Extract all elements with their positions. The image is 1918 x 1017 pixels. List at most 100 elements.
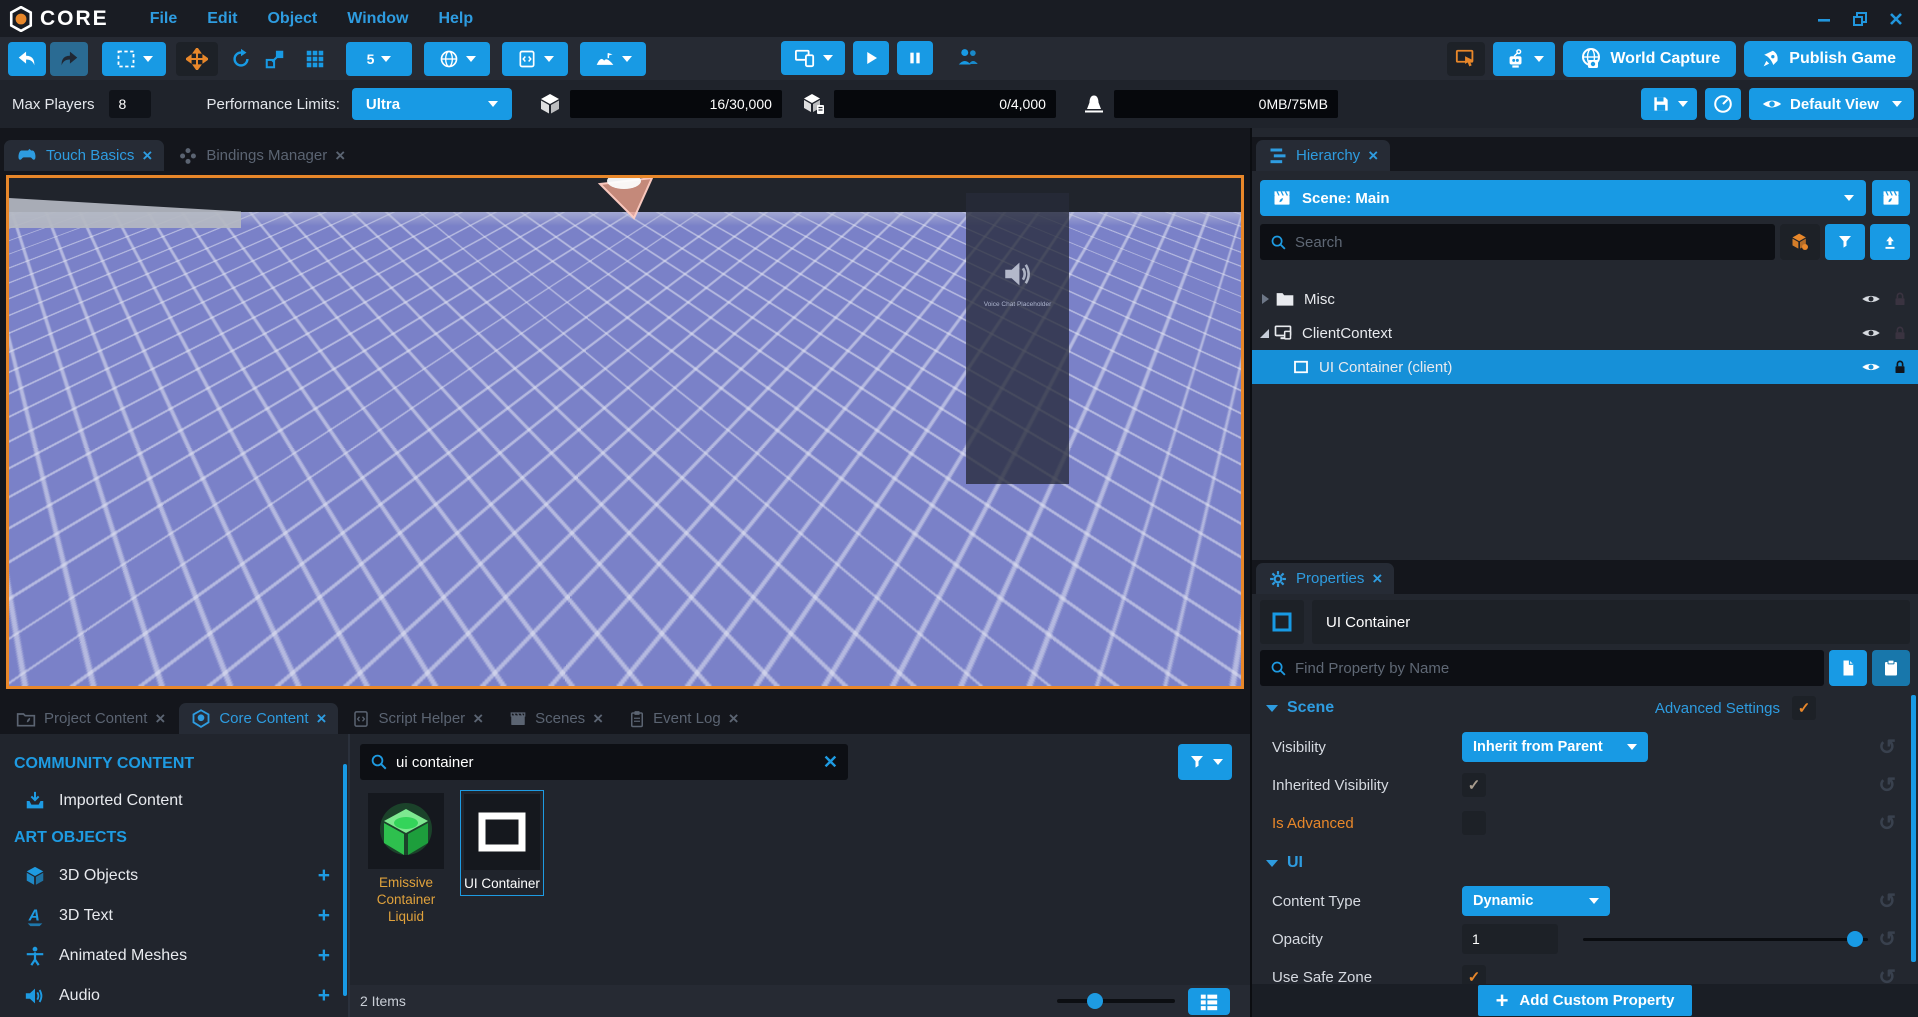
camera-frustum-cone[interactable] bbox=[594, 175, 660, 222]
sidebar-item-imported-content[interactable]: Imported Content bbox=[0, 782, 348, 820]
add-3d-text-button[interactable] bbox=[318, 904, 330, 928]
tree-row-clientcontext[interactable]: ClientContext bbox=[1252, 316, 1918, 350]
copy-properties-button[interactable] bbox=[1829, 650, 1867, 686]
add-3d-object-button[interactable] bbox=[318, 864, 330, 888]
section-collapse-icon[interactable] bbox=[1266, 705, 1278, 712]
scene-selector-dropdown[interactable]: Scene: Main bbox=[1260, 180, 1866, 216]
device-preview-dropdown[interactable] bbox=[781, 41, 845, 75]
view-mode-button[interactable] bbox=[1188, 988, 1230, 1015]
multiplayer-preview-icon[interactable] bbox=[955, 45, 981, 71]
rotate-tool-button[interactable] bbox=[224, 42, 258, 76]
undo-button[interactable] bbox=[8, 42, 46, 76]
collapse-arrow-icon[interactable] bbox=[1260, 329, 1269, 338]
add-animated-mesh-button[interactable] bbox=[318, 944, 330, 968]
multiplayer-test-dropdown[interactable] bbox=[424, 42, 490, 76]
pause-button[interactable] bbox=[897, 41, 933, 75]
screen-select-button[interactable] bbox=[1447, 42, 1485, 76]
publish-game-button[interactable]: Publish Game bbox=[1744, 41, 1912, 77]
tab-project-content[interactable]: Project Content bbox=[4, 703, 177, 734]
performance-limits-dropdown[interactable]: Ultra bbox=[352, 88, 512, 120]
is-advanced-checkbox[interactable] bbox=[1462, 811, 1486, 835]
section-collapse-icon[interactable] bbox=[1266, 860, 1278, 867]
selection-mode-dropdown[interactable] bbox=[102, 42, 166, 76]
viewport-3d[interactable]: Chat Placeholder Voice Chat Placeholder bbox=[6, 175, 1244, 689]
inherited-visibility-checkbox[interactable] bbox=[1462, 773, 1486, 797]
camera-bot-dropdown[interactable] bbox=[1493, 42, 1555, 76]
world-capture-button[interactable]: World Capture bbox=[1563, 41, 1736, 77]
add-custom-property-button[interactable]: Add Custom Property bbox=[1478, 985, 1693, 1016]
tree-row-misc[interactable]: Misc bbox=[1252, 282, 1918, 316]
slider-knob[interactable] bbox=[1847, 931, 1863, 947]
minimize-button[interactable] bbox=[1816, 11, 1832, 27]
menu-object[interactable]: Object bbox=[252, 10, 332, 28]
voice-chat-panel[interactable]: Voice Chat Placeholder bbox=[966, 193, 1069, 484]
sidebar-item-animated-meshes[interactable]: Animated Meshes bbox=[0, 936, 348, 976]
close-tab-icon[interactable] bbox=[729, 709, 739, 729]
max-players-input[interactable] bbox=[109, 90, 151, 118]
visibility-eye-icon[interactable] bbox=[1861, 325, 1881, 341]
tab-hierarchy[interactable]: Hierarchy bbox=[1256, 140, 1390, 171]
tab-touch-basics[interactable]: Touch Basics bbox=[4, 140, 164, 171]
tree-row-ui-container[interactable]: UI Container (client) bbox=[1252, 350, 1918, 384]
ui-section-header[interactable]: UI bbox=[1252, 848, 1918, 878]
template-highlight-button[interactable] bbox=[1780, 224, 1820, 260]
close-tab-icon[interactable] bbox=[142, 146, 152, 166]
lock-icon[interactable] bbox=[1892, 290, 1908, 308]
tab-event-log[interactable]: Event Log bbox=[617, 703, 751, 734]
close-tab-icon[interactable] bbox=[1372, 569, 1382, 589]
paste-properties-button[interactable] bbox=[1872, 650, 1910, 686]
chat-placeholder-panel[interactable]: Chat Placeholder bbox=[22, 336, 232, 528]
sidebar-item-audio[interactable]: Audio bbox=[0, 976, 348, 1016]
sidebar-scrollbar[interactable] bbox=[343, 764, 347, 996]
tab-core-content[interactable]: Core Content bbox=[179, 703, 338, 734]
object-name-input[interactable] bbox=[1312, 600, 1910, 644]
visibility-eye-icon[interactable] bbox=[1861, 291, 1881, 307]
close-tab-icon[interactable] bbox=[473, 709, 483, 729]
content-type-dropdown[interactable]: Dynamic bbox=[1462, 886, 1610, 916]
grid-size-dropdown[interactable]: 5 bbox=[346, 42, 412, 76]
restore-button[interactable] bbox=[1852, 11, 1868, 27]
opacity-slider[interactable] bbox=[1583, 938, 1868, 941]
reset-property-icon[interactable] bbox=[1878, 735, 1896, 760]
find-property-input[interactable] bbox=[1295, 660, 1814, 677]
collapse-all-button[interactable] bbox=[1870, 224, 1910, 260]
lock-icon[interactable] bbox=[1892, 358, 1908, 376]
scene-section-header[interactable]: Scene Advanced Settings bbox=[1252, 693, 1918, 723]
expand-arrow-icon[interactable] bbox=[1262, 294, 1269, 304]
play-button[interactable] bbox=[853, 41, 889, 75]
scale-tool-button[interactable] bbox=[258, 42, 292, 76]
content-filter-dropdown[interactable] bbox=[1178, 744, 1232, 780]
hierarchy-filter-button[interactable] bbox=[1825, 224, 1865, 260]
clear-search-icon[interactable]: ✕ bbox=[823, 752, 838, 773]
terrain-dropdown[interactable] bbox=[580, 42, 646, 76]
slider-knob[interactable] bbox=[1087, 993, 1103, 1009]
thumbnail-size-slider[interactable] bbox=[1057, 999, 1175, 1003]
add-audio-button[interactable] bbox=[318, 984, 330, 1008]
menu-file[interactable]: File bbox=[135, 10, 193, 28]
reset-property-icon[interactable] bbox=[1878, 773, 1896, 798]
content-search-input[interactable] bbox=[396, 754, 815, 771]
asset-card-emissive-container[interactable]: Emissive Container Liquid bbox=[364, 790, 448, 924]
snap-grid-button[interactable] bbox=[298, 42, 332, 76]
menu-edit[interactable]: Edit bbox=[192, 10, 252, 28]
tab-properties[interactable]: Properties bbox=[1256, 563, 1394, 594]
reset-property-icon[interactable] bbox=[1878, 927, 1896, 952]
script-dropdown[interactable] bbox=[502, 42, 568, 76]
opacity-input[interactable] bbox=[1462, 924, 1558, 954]
properties-scrollbar[interactable] bbox=[1911, 695, 1916, 962]
tab-script-helper[interactable]: Script Helper bbox=[340, 703, 495, 734]
reset-property-icon[interactable] bbox=[1878, 889, 1896, 914]
menu-window[interactable]: Window bbox=[332, 10, 423, 28]
close-button[interactable] bbox=[1888, 11, 1904, 27]
sidebar-item-3d-text[interactable]: A 3D Text bbox=[0, 896, 348, 936]
lock-icon[interactable] bbox=[1892, 324, 1908, 342]
move-tool-button[interactable] bbox=[176, 42, 218, 76]
new-scene-button[interactable] bbox=[1872, 180, 1910, 216]
close-tab-icon[interactable] bbox=[593, 709, 603, 729]
tab-scenes[interactable]: Scenes bbox=[497, 703, 615, 734]
save-dropdown[interactable] bbox=[1641, 88, 1697, 120]
performance-gauge-button[interactable] bbox=[1705, 88, 1741, 120]
close-tab-icon[interactable] bbox=[1368, 146, 1378, 166]
spawn-point-capsule[interactable] bbox=[599, 386, 653, 478]
hierarchy-search-input[interactable] bbox=[1295, 234, 1765, 251]
